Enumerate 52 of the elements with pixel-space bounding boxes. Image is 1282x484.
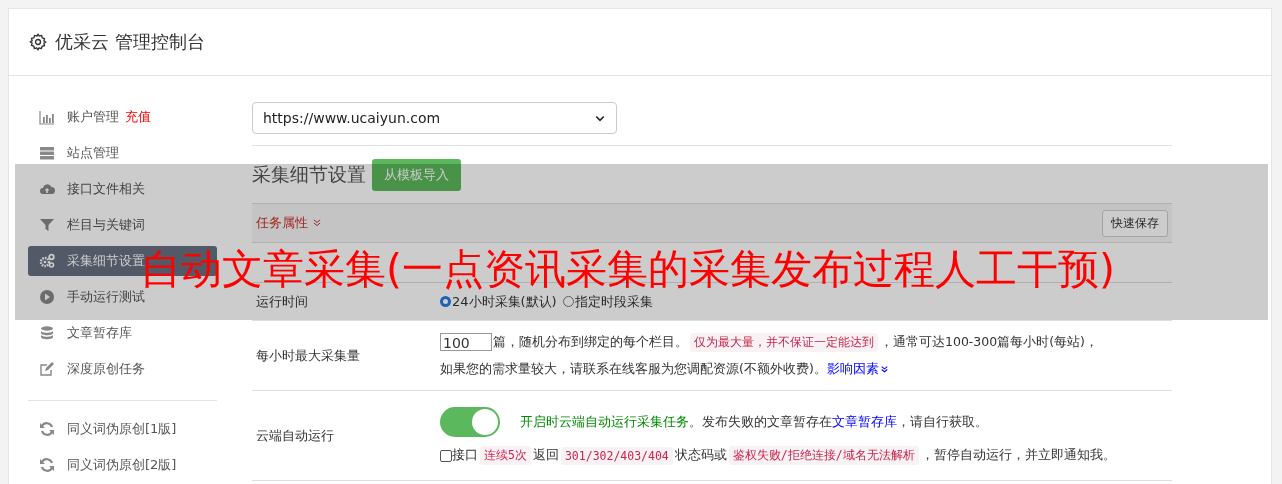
- hint-text: ，通常可达100-300篇每小时(每站)，: [880, 333, 1098, 351]
- page-title: 优采云 管理控制台: [55, 30, 205, 54]
- hint-text: 。发布失败的文章暂存在: [689, 413, 832, 431]
- highlight-text: 鉴权失败/拒绝连接/域名无法解析: [728, 446, 919, 465]
- task-properties-toggle[interactable]: 任务属性: [256, 214, 322, 232]
- hint-text: ，请自行获取。: [897, 413, 988, 431]
- quick-save-button[interactable]: 快速保存: [1102, 209, 1168, 237]
- hint-text: 返回: [532, 447, 559, 464]
- radio-button[interactable]: [440, 296, 451, 307]
- gears-icon: [39, 253, 55, 269]
- radio-label: 24小时采集(默认): [452, 292, 557, 311]
- field-label: 每小时最大采集量: [255, 346, 361, 365]
- field-label: 运行时间: [255, 292, 309, 311]
- edit-icon: [39, 361, 55, 377]
- field-label: 云端自动运行: [255, 426, 335, 445]
- sidebar-item[interactable]: 同义词伪原创[1版]: [28, 414, 217, 444]
- sidebar-item[interactable]: 同义词伪原创[2版]: [28, 450, 217, 480]
- refresh-icon: [39, 457, 55, 473]
- double-chevron-icon: [879, 364, 889, 374]
- hint-text: 开启时云端自动运行采集任务: [520, 413, 689, 431]
- checkbox-label: 接口: [452, 447, 478, 464]
- sidebar-item[interactable]: 深度原创任务: [28, 354, 217, 384]
- refresh-icon: [39, 421, 55, 437]
- site-select[interactable]: https://www.ucaiyun.com: [252, 102, 617, 134]
- sidebar-item[interactable]: 栏目与关键词: [28, 210, 217, 240]
- settings-icon: [29, 33, 47, 51]
- hint-text: 如果您的需求量较大，请联系在线客服为您调配资源(不额外收费)。: [440, 360, 827, 378]
- radio-label: 指定时段采集: [574, 292, 653, 311]
- sidebar-item[interactable]: 文章暂存库: [28, 318, 217, 348]
- highlight-text: 仅为最大量，并不保证一定能达到: [690, 332, 878, 352]
- play-icon: [39, 289, 55, 305]
- text-link[interactable]: 文章暂存库: [832, 413, 897, 431]
- server-icon: [39, 145, 55, 161]
- highlight-text: 连续5次: [480, 446, 531, 465]
- sidebar-item[interactable]: 接口文件相关: [28, 174, 217, 204]
- text-link[interactable]: 影响因素: [826, 360, 879, 378]
- amount-input[interactable]: 100: [440, 333, 492, 351]
- checkbox[interactable]: [440, 449, 452, 462]
- sidebar-item[interactable]: 站点管理: [28, 138, 217, 168]
- chart-icon: [39, 109, 55, 125]
- toggle-switch[interactable]: [440, 407, 500, 437]
- filter-icon: [39, 217, 55, 233]
- cloud-upload-icon: [39, 181, 55, 197]
- sidebar-item[interactable]: 账户管理 充值: [28, 102, 217, 132]
- highlight-text: 301/302/403/404: [560, 446, 673, 465]
- recharge-link[interactable]: 充值: [125, 108, 151, 126]
- double-chevron-icon: [312, 218, 322, 228]
- hint-text: 篇，随机分布到绑定的每个栏目。: [493, 333, 688, 351]
- database-icon: [39, 325, 55, 341]
- hint-text: 状态码或: [674, 447, 727, 464]
- section-title: 采集细节设置: [252, 161, 366, 187]
- hint-text: ，暂停自动运行，并立即通知我。: [920, 447, 1116, 464]
